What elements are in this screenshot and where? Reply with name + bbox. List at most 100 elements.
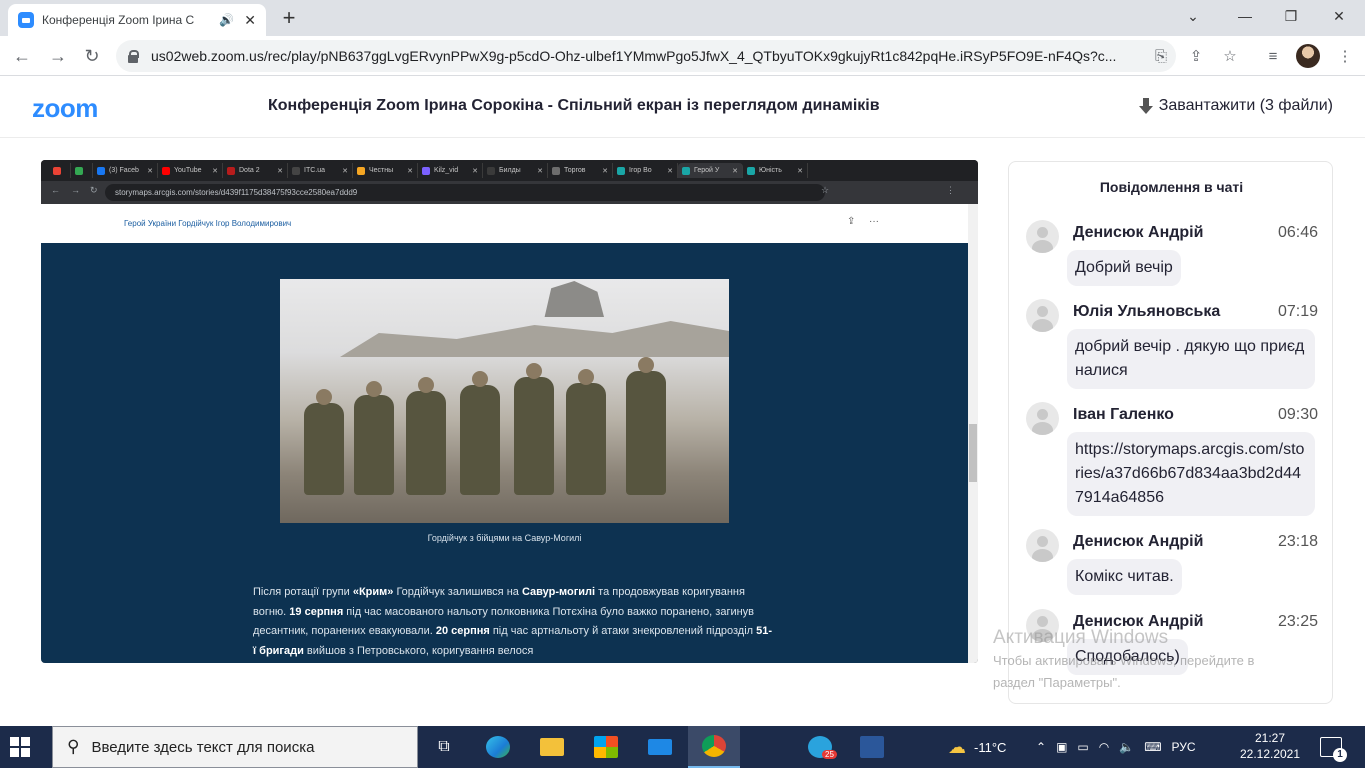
taskbar-clock[interactable]: 21:27 22.12.2021 (1232, 730, 1308, 762)
watermark-line-2: Чтобы активировать Windows, перейдите в (993, 653, 1255, 668)
browser-tab-zoom[interactable]: Конференція Zoom Ірина С 🔊 ✕ (8, 4, 266, 36)
chat-time: 09:30 (1277, 406, 1318, 423)
shared-tab-label: Билды (499, 167, 521, 174)
shared-browser-tab: Юність ✕ (743, 163, 808, 178)
reading-list-icon[interactable]: ≡ (1262, 46, 1284, 68)
rubble (340, 321, 729, 357)
shared-browser-tab: Dota 2 ✕ (223, 163, 288, 178)
restore-window-button[interactable]: ❐ (1268, 4, 1314, 28)
shared-tab-close-icon: ✕ (797, 167, 803, 175)
windows-taskbar: ⚲ Введите здесь текст для поиска ⧉ 25 ☁ … (0, 726, 1365, 768)
tray-chevron-icon[interactable]: ⌃ (1036, 740, 1046, 754)
language-indicator[interactable]: РУС (1172, 740, 1196, 754)
reload-icon[interactable]: ↻ (80, 44, 104, 68)
browser-toolbar: ← → ↻ us02web.zoom.us/rec/play/pNB637ggL… (0, 36, 1365, 76)
telegram-badge: 25 (822, 750, 837, 759)
shared-tab-favicon-icon (227, 166, 235, 175)
soldier-figure (354, 381, 394, 495)
chat-sender: Денисюк Андрій (1073, 533, 1204, 550)
shared-tab-label: Kilz_vid (434, 167, 459, 174)
shared-reload-icon: ↻ (90, 185, 98, 195)
chat-bubble[interactable]: https://storymaps.arcgis.com/stories/a37… (1067, 432, 1315, 516)
soldier-figure (304, 389, 344, 495)
tab-close-icon[interactable]: ✕ (244, 12, 256, 29)
search-icon: ⚲ (67, 737, 80, 756)
shared-tab-favicon-icon (487, 166, 495, 175)
browser-tab-title: Конференція Zoom Ірина С (42, 13, 195, 27)
chat-bubble: добрий вечір . дякую що приєдналися (1067, 329, 1315, 389)
task-view-icon[interactable]: ⧉ (418, 726, 470, 768)
shared-tab-label: Dota 2 (239, 167, 260, 174)
shared-back-icon: ← (51, 185, 60, 195)
volume-icon[interactable]: 🔈 (1119, 740, 1134, 754)
close-window-button[interactable]: ✕ (1316, 4, 1362, 28)
shared-tab-close-icon: ✕ (667, 167, 673, 175)
tab-audio-icon[interactable]: 🔊 (219, 13, 234, 27)
shared-browser-tabstrip: (3) Faceb ✕ YouTube ✕ Dota 2 ✕ ITC.ua ✕ Честны ✕ K… (41, 160, 978, 181)
shared-tab-favicon-icon (422, 166, 430, 175)
battery-icon[interactable]: ▭ (1077, 740, 1088, 754)
shared-tab-close-icon: ✕ (147, 167, 153, 175)
chat-time: 07:19 (1277, 303, 1318, 320)
story-text-bold: Савур-могилі (521, 586, 596, 598)
story-section: Гордійчук з бійцями на Савур-Могилі Післ… (41, 243, 968, 663)
shared-tab-favicon-icon (53, 166, 61, 175)
shared-browser-tab: Билды ✕ (483, 163, 548, 178)
weather-widget[interactable]: ☁ -11°C (948, 726, 1006, 768)
shared-browser-tab: Торгов ✕ (548, 163, 613, 178)
shared-menu-icon: ⋮ (946, 185, 955, 195)
profile-avatar[interactable] (1296, 44, 1320, 68)
shared-tab-label: Торгов (564, 167, 586, 174)
chat-sender: Іван Галенко (1073, 406, 1174, 423)
shared-tab-label: Ігор Во (629, 167, 652, 174)
file-explorer-icon[interactable] (526, 726, 578, 768)
telegram-icon[interactable]: 25 (794, 726, 846, 768)
shared-browser-tab: Герой У ✕ (678, 163, 743, 178)
back-arrow-icon[interactable]: ← (10, 44, 34, 68)
tray-app-icon[interactable]: ▣ (1056, 740, 1067, 754)
minimize-window-button[interactable]: — (1222, 4, 1268, 28)
mail-icon[interactable] (634, 726, 686, 768)
zoom-logo[interactable]: zoom (32, 93, 98, 124)
share-icon[interactable]: ⇪ (1185, 46, 1207, 68)
shared-tab-close-icon: ✕ (277, 167, 283, 175)
shared-browser-tab: YouTube ✕ (158, 163, 223, 178)
windows-start-icon[interactable] (10, 737, 36, 757)
shared-browser-tab (49, 163, 71, 178)
soldier-figure (566, 369, 606, 495)
chrome-icon[interactable] (688, 726, 740, 768)
chat-sender: Юлія Ульяновська (1073, 303, 1221, 320)
microsoft-store-icon[interactable] (580, 726, 632, 768)
story-text-run: під час артнальоту й атаки знекровлений … (489, 625, 757, 637)
taskbar-search-input[interactable]: ⚲ Введите здесь текст для поиска (52, 726, 418, 768)
notification-center-icon[interactable]: 1 (1320, 737, 1347, 762)
shared-browser-tab: Ігор Во ✕ (613, 163, 678, 178)
edge-icon[interactable] (472, 726, 524, 768)
shared-tab-close-icon: ✕ (602, 167, 608, 175)
keyboard-icon[interactable]: ⌨ (1144, 740, 1161, 754)
photo-caption: Гордійчук з бійцями на Савур-Могилі (427, 533, 582, 543)
download-button[interactable]: Завантажити (3 файли) (1138, 97, 1333, 115)
chat-time: 23:18 (1277, 533, 1318, 550)
shared-tab-close-icon: ✕ (732, 167, 738, 175)
new-tab-button[interactable]: + (276, 5, 302, 31)
shared-tab-label: ITC.ua (304, 167, 326, 174)
zoom-header: zoom Конференція Zoom Ірина Сорокіна - С… (0, 76, 1365, 138)
soldiers-photo (280, 279, 729, 523)
address-bar[interactable]: us02web.zoom.us/rec/play/pNB637ggLvgERvy… (116, 40, 1176, 72)
shared-screen-video[interactable]: (3) Faceb ✕ YouTube ✕ Dota 2 ✕ ITC.ua ✕ Честны ✕ K… (41, 160, 978, 663)
forward-arrow-icon[interactable]: → (46, 44, 70, 68)
shared-address-bar: storymaps.arcgis.com/stories/d439f1175d3… (105, 184, 825, 201)
word-icon[interactable] (846, 726, 898, 768)
translate-icon[interactable]: ⎘ (1150, 46, 1172, 68)
lock-icon (128, 49, 139, 63)
shared-browser-tab: (3) Faceb ✕ (93, 163, 158, 178)
tab-search-icon[interactable]: ⌄ (1170, 4, 1216, 28)
chat-panel[interactable]: Повідомлення в чаті Денисюк Андрій 06:46… (1008, 161, 1333, 704)
wifi-icon[interactable]: ◠ (1099, 740, 1109, 754)
bookmark-star-icon[interactable]: ☆ (1219, 46, 1241, 68)
watermark-line-3: раздел "Параметры". (993, 675, 1121, 690)
user-avatar-icon (1026, 529, 1059, 562)
soldier-figure (626, 357, 666, 495)
browser-menu-icon[interactable]: ⋮ (1334, 46, 1356, 68)
